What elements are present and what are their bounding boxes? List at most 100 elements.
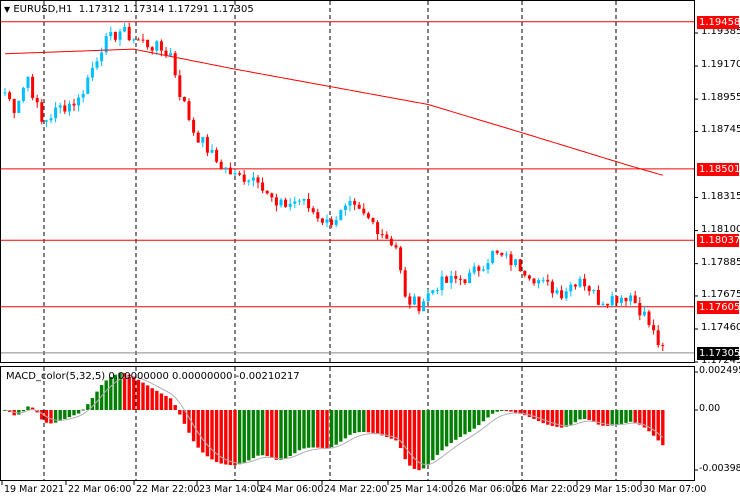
candle-body (330, 219, 334, 225)
time-axis-label: 22 Mar 22:00 (136, 484, 200, 495)
candle-body (224, 167, 228, 169)
macd-histogram-bar (375, 410, 380, 434)
macd-histogram-bar (569, 410, 573, 425)
candle-body (118, 31, 122, 40)
candle-body (596, 290, 600, 305)
price-axis-label: 1.18955 (701, 92, 740, 104)
price-axis-label: 1.17675 (701, 288, 740, 300)
candle-body (454, 275, 458, 279)
macd-histogram-bar (481, 410, 486, 422)
close-value: 1.17305 (212, 4, 254, 15)
macd-histogram-bar (201, 410, 205, 453)
macd-histogram-bar (132, 377, 136, 410)
macd-histogram-bar (532, 410, 536, 419)
candle-body (642, 311, 646, 316)
candle-body (647, 311, 651, 326)
macd-histogram-bar (49, 410, 53, 424)
candle-body (113, 31, 117, 40)
candle-body (527, 275, 531, 279)
candle-body (426, 293, 430, 302)
macd-histogram-bar (504, 410, 509, 412)
macd-histogram-bar (444, 410, 449, 447)
time-axis-label: 29 Mar 15:00 (579, 484, 643, 495)
macd-histogram-bar (477, 410, 481, 426)
candle-body (100, 52, 104, 62)
candle-body (72, 103, 76, 106)
macd-histogram-bar (509, 410, 513, 412)
candle-body (486, 263, 490, 270)
macd-histogram-bar (26, 406, 30, 410)
candle-body (408, 296, 412, 305)
candle-body (178, 75, 182, 97)
candle-body (445, 276, 449, 283)
macd-histogram-bar (605, 410, 610, 426)
macd-histogram-bar (136, 379, 141, 410)
candle-body (109, 31, 113, 37)
candle-body (652, 325, 656, 331)
candle-body (155, 41, 159, 51)
chart-canvas[interactable] (0, 0, 740, 500)
candle-body (569, 284, 573, 292)
macd-axis-label: -0.003981 (699, 463, 740, 474)
macd-histogram-bar (302, 410, 306, 449)
macd-histogram-bar (150, 388, 154, 410)
candle-body (274, 197, 278, 206)
candle-body (371, 217, 375, 223)
macd-histogram-bar (187, 410, 191, 433)
level-price-tag: 1.18037 (697, 234, 740, 248)
open-value: 1.17312 (78, 4, 121, 15)
macd-histogram-bar (17, 410, 21, 415)
macd-histogram-bar (513, 410, 518, 413)
macd-histogram-bar (633, 410, 637, 423)
macd-histogram-bar (224, 410, 228, 465)
candle-body (63, 105, 67, 112)
candle-body (169, 53, 173, 56)
candle-body (136, 39, 140, 41)
candle-body (146, 39, 150, 48)
macd-histogram-bar (486, 410, 490, 418)
candle-body (362, 208, 366, 214)
macd-histogram-bar (168, 398, 173, 410)
macd-histogram-bar (247, 410, 251, 461)
macd-histogram-bar (490, 410, 495, 414)
macd-histogram-bar (454, 410, 458, 440)
candle-body (95, 61, 99, 68)
candle-body (523, 271, 527, 276)
macd-histogram-bar (196, 410, 200, 448)
macd-histogram-bar (624, 410, 628, 423)
candle-body (403, 270, 407, 297)
macd-histogram-bar (619, 410, 624, 424)
candle-body (578, 278, 582, 287)
macd-histogram-bar (297, 410, 302, 451)
macd-histogram-bar (228, 410, 233, 465)
candle-body (394, 245, 398, 248)
macd-histogram-bar (541, 410, 545, 424)
candle-body (334, 219, 338, 225)
candle-body (90, 67, 94, 78)
candle-body (619, 297, 623, 303)
macd-histogram-bar (334, 410, 338, 445)
candle-body (477, 266, 481, 271)
candle-body (201, 137, 205, 143)
candle-body (302, 199, 306, 201)
candle-body (422, 301, 426, 312)
price-axis-label: 1.19170 (701, 59, 740, 71)
candle-body (339, 209, 343, 220)
macd-histogram-bar (320, 410, 325, 448)
macd-histogram-bar (159, 393, 164, 410)
current-price-tag: 1.17305 (697, 346, 740, 360)
macd-histogram-bar (628, 410, 633, 422)
macd-axis-label: 0.00 (699, 403, 721, 414)
candle-body (541, 279, 545, 281)
macd-histogram-bar (21, 410, 26, 412)
macd-histogram-bar (495, 410, 499, 412)
candle-body (560, 290, 564, 299)
macd-histogram-bar (251, 410, 256, 459)
candle-body (325, 219, 329, 223)
candle-body (238, 173, 242, 175)
macd-histogram-bar (63, 410, 67, 419)
dropdown-arrow-icon[interactable]: ▼ (4, 5, 10, 14)
level-price-tag: 1.18501 (697, 162, 740, 176)
time-axis-label: 19 Mar 2021 (4, 484, 65, 495)
macd-histogram-bar (472, 410, 476, 429)
